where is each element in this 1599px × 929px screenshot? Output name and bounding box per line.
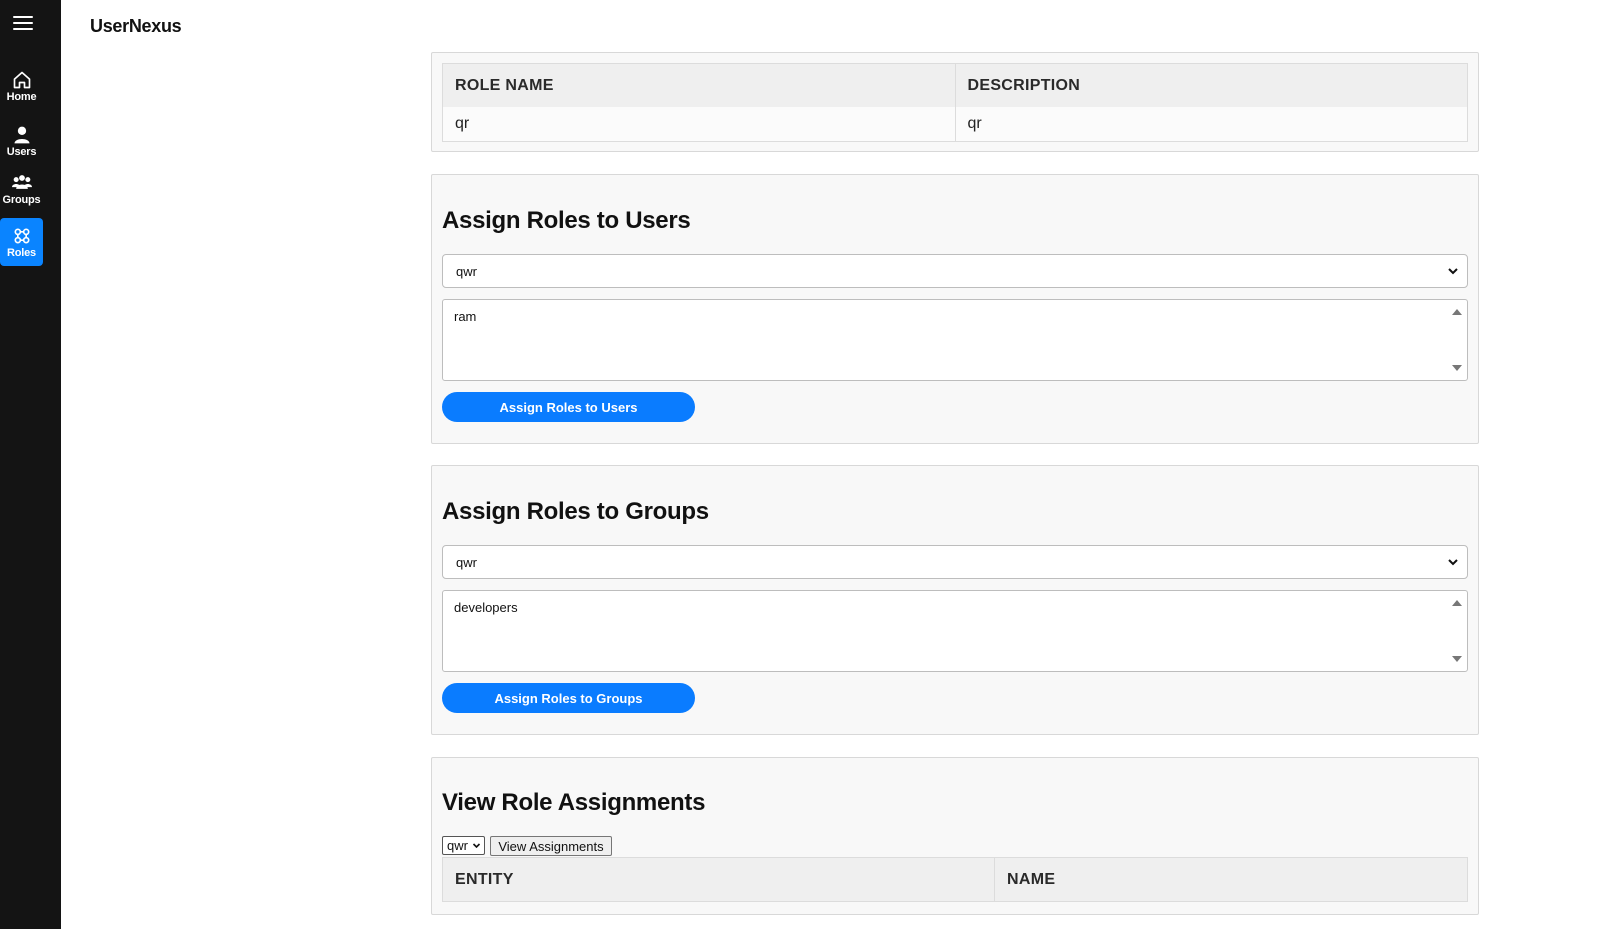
section-title: Assign Roles to Groups (442, 498, 709, 525)
roles-table: ROLE NAME DESCRIPTION qr qr (442, 63, 1468, 142)
assign-groups-panel: Assign Roles to Groups qwr developers As… (431, 465, 1479, 735)
role-select[interactable]: qwr (442, 836, 485, 855)
scroll-up-icon[interactable] (1452, 600, 1462, 606)
sidebar-item-label: Users (6, 146, 37, 158)
column-header: ROLE NAME (455, 76, 554, 94)
list-item[interactable]: ram (454, 309, 1456, 324)
role-description-cell: qr (954, 107, 1468, 141)
users-group-icon (11, 175, 32, 189)
sidebar-item-home[interactable]: Home (0, 62, 43, 110)
view-assignments-panel: View Role Assignments qwr View Assignmen… (431, 757, 1479, 915)
scroll-up-icon[interactable] (1452, 309, 1462, 315)
view-assignments-button[interactable]: View Assignments (490, 836, 612, 856)
roles-icon (14, 228, 29, 244)
home-icon (13, 71, 30, 89)
sidebar-item-label: Groups (2, 194, 41, 206)
list-item[interactable]: developers (454, 600, 1456, 615)
role-select[interactable]: qwr (442, 545, 1468, 579)
column-header: NAME (994, 858, 1467, 901)
sidebar-item-users[interactable]: Users (0, 117, 43, 165)
table-header: ENTITY NAME (443, 858, 1467, 901)
roles-table-panel: ROLE NAME DESCRIPTION qr qr (431, 52, 1479, 152)
sidebar-item-roles[interactable]: Roles (0, 218, 43, 266)
sidebar-item-groups[interactable]: Groups (0, 165, 43, 213)
chevron-down-icon (1448, 268, 1458, 275)
role-select-value: qwr (456, 554, 477, 570)
chevron-down-icon (1448, 559, 1458, 566)
section-title: View Role Assignments (442, 789, 706, 816)
users-multiselect[interactable]: ram (442, 299, 1468, 381)
role-name-cell: qr (455, 115, 470, 132)
app-title: UserNexus (90, 16, 182, 36)
chevron-down-icon (472, 843, 481, 849)
assign-roles-to-groups-button[interactable]: Assign Roles to Groups (442, 683, 695, 713)
sidebar-item-label: Home (6, 91, 37, 103)
menu-icon[interactable] (13, 16, 33, 32)
sidebar: Home Users Groups Roles (0, 0, 61, 929)
sidebar-item-label: Roles (7, 247, 36, 259)
table-row: qr qr (443, 107, 1467, 141)
role-select-value: qwr (447, 838, 468, 853)
scroll-down-icon[interactable] (1452, 365, 1462, 371)
assign-users-panel: Assign Roles to Users qwr ram Assign Rol… (431, 174, 1479, 444)
assignments-table: ENTITY NAME (442, 857, 1468, 902)
table-header: ROLE NAME DESCRIPTION (443, 64, 1467, 107)
groups-multiselect[interactable]: developers (442, 590, 1468, 672)
column-header: ENTITY (455, 870, 514, 888)
role-select[interactable]: qwr (442, 254, 1468, 288)
scroll-down-icon[interactable] (1452, 656, 1462, 662)
role-select-value: qwr (456, 263, 477, 279)
section-title: Assign Roles to Users (442, 207, 691, 234)
assign-roles-to-users-button[interactable]: Assign Roles to Users (442, 392, 695, 422)
user-icon (14, 126, 29, 144)
column-header: DESCRIPTION (954, 64, 1468, 107)
